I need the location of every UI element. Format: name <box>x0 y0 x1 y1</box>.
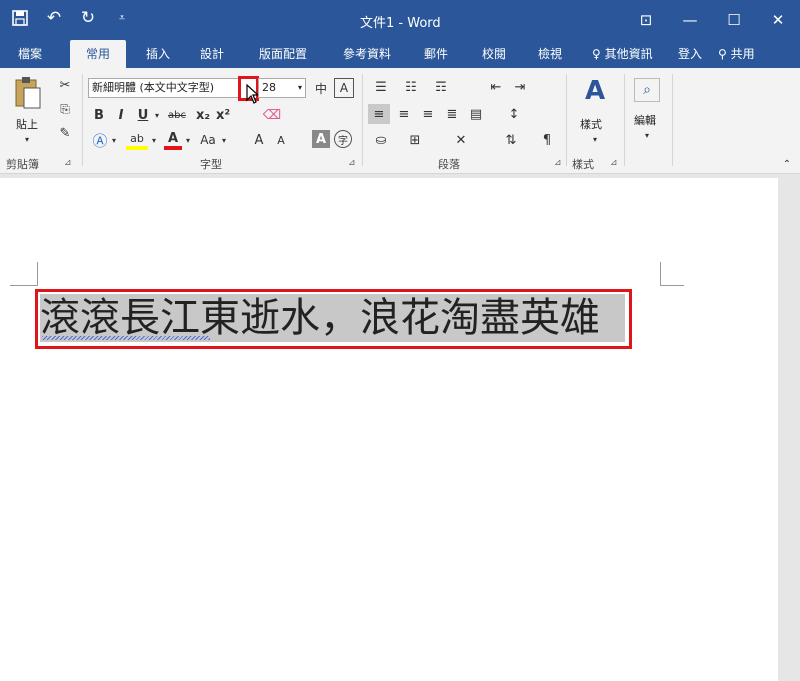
crop-mark-right <box>660 262 684 286</box>
grow-font-icon[interactable]: A <box>250 130 268 150</box>
align-center-icon[interactable]: ≡ <box>394 104 414 124</box>
character-border-icon[interactable]: A <box>334 78 354 98</box>
justify-icon[interactable]: ≣ <box>442 104 462 124</box>
phonetic-guide-icon[interactable]: 中 <box>310 78 332 98</box>
tab-layout[interactable]: 版面配置 <box>250 40 316 68</box>
lightbulb-icon: ♀ <box>592 47 601 61</box>
distributed-icon[interactable]: ▤ <box>466 104 486 124</box>
decrease-indent-icon[interactable]: ⇤ <box>486 78 506 96</box>
styles-group-label: 樣式 <box>572 158 594 171</box>
subscript-icon[interactable]: x₂ <box>194 106 212 124</box>
close-button[interactable]: ✕ <box>756 0 800 40</box>
collapse-ribbon-icon[interactable]: ⌃ <box>780 158 794 170</box>
styles-launcher-icon[interactable]: ⊿ <box>610 158 618 168</box>
save-icon[interactable] <box>10 8 30 28</box>
line-spacing-icon[interactable]: ↕ <box>502 104 526 124</box>
text-effects-dropdown-icon[interactable]: ▾ <box>110 130 118 150</box>
italic-icon[interactable]: I <box>114 106 128 124</box>
minimize-button[interactable]: — <box>668 0 712 40</box>
clipboard-group-label: 剪貼簿 <box>6 158 39 171</box>
styles-dropdown-icon[interactable]: ▾ <box>590 134 600 144</box>
underline-icon[interactable]: U <box>136 106 150 124</box>
text-effects-icon[interactable]: Ⓐ <box>90 130 110 150</box>
window-title: 文件1 - Word <box>360 16 441 31</box>
show-marks-icon[interactable]: ¶ <box>538 130 556 150</box>
align-right-icon[interactable]: ≡ <box>418 104 438 124</box>
character-shading-icon[interactable]: A <box>312 130 330 148</box>
tab-home[interactable]: 常用 <box>70 40 126 68</box>
clear-formatting-icon[interactable]: ⌫ <box>262 106 282 124</box>
tab-references[interactable]: 參考資料 <box>334 40 400 68</box>
customize-icon[interactable]: ⩡ <box>112 8 132 28</box>
styles-label: 樣式 <box>580 118 602 131</box>
font-color-icon[interactable]: A <box>164 130 182 150</box>
quick-access-toolbar: ↶ ↻ ⩡ <box>10 8 132 28</box>
format-painter-icon[interactable]: ✎ <box>56 124 74 142</box>
multilevel-list-icon[interactable]: ☶ <box>430 78 452 96</box>
tab-design[interactable]: 設計 <box>190 40 234 68</box>
font-color-dropdown-icon[interactable]: ▾ <box>184 130 192 150</box>
font-group-label: 字型 <box>200 158 222 171</box>
paragraph-group-label: 段落 <box>438 158 460 171</box>
font-name-box[interactable]: 新細明體 (本文中文字型) <box>88 78 240 98</box>
borders-icon[interactable]: ⊞ <box>400 130 430 150</box>
copy-icon[interactable]: ⎘ <box>56 100 74 118</box>
redo-icon[interactable]: ↻ <box>78 8 98 28</box>
highlight-icon[interactable]: ab <box>126 130 148 150</box>
editing-label[interactable]: 編輯 <box>634 112 656 128</box>
editing-dropdown-icon[interactable]: ▾ <box>642 130 652 140</box>
align-left-icon[interactable]: ≡ <box>368 104 390 124</box>
search-icon[interactable]: ⌕ <box>634 78 660 102</box>
font-launcher-icon[interactable]: ⊿ <box>348 158 356 168</box>
document-page[interactable] <box>0 178 778 681</box>
font-size-box[interactable]: 28 ▾ <box>258 78 306 98</box>
paragraph-launcher-icon[interactable]: ⊿ <box>554 158 562 168</box>
bold-icon[interactable]: B <box>92 106 106 124</box>
shading-icon[interactable]: ⛀ <box>368 130 394 150</box>
window-controls: ⊡ — ☐ ✕ <box>624 0 800 40</box>
ribbon-display-icon[interactable]: ⊡ <box>624 0 668 40</box>
selection-highlight-box <box>35 289 632 349</box>
cut-icon[interactable]: ✂ <box>56 76 74 94</box>
vertical-scrollbar[interactable] <box>780 178 800 681</box>
paste-dropdown-icon[interactable]: ▾ <box>22 134 32 144</box>
tell-me[interactable]: ♀ 其他資訊 <box>592 40 653 68</box>
person-icon: ⚲ <box>718 47 727 61</box>
asian-layout-icon[interactable]: ✕ <box>446 130 476 150</box>
tab-insert[interactable]: 插入 <box>136 40 180 68</box>
share-button[interactable]: ⚲ 共用 <box>718 40 755 68</box>
increase-indent-icon[interactable]: ⇥ <box>510 78 530 96</box>
highlight-dropdown-icon[interactable]: ▾ <box>150 130 158 150</box>
paste-label: 貼上 <box>16 118 38 131</box>
tab-review[interactable]: 校閱 <box>472 40 516 68</box>
tab-view[interactable]: 檢視 <box>528 40 572 68</box>
size-dropdown-icon[interactable]: ▾ <box>298 79 302 97</box>
maximize-button[interactable]: ☐ <box>712 0 756 40</box>
tab-file[interactable]: 檔案 <box>8 40 52 68</box>
strikethrough-icon[interactable]: abc <box>164 106 190 124</box>
shrink-font-icon[interactable]: A <box>272 130 290 150</box>
crop-mark-left <box>10 262 38 286</box>
underline-dropdown-icon[interactable]: ▾ <box>152 106 162 124</box>
numbering-icon[interactable]: ☷ <box>400 78 422 96</box>
ribbon-home: 貼上 ▾ ✂ ⎘ ✎ 剪貼簿 ⊿ 新細明體 (本文中文字型) ▾ 28 ▾ 中 … <box>0 68 800 174</box>
change-case-dropdown-icon[interactable]: ▾ <box>220 130 228 150</box>
ribbon-tabs: 檔案 常用 插入 設計 版面配置 參考資料 郵件 校閱 檢視 ♀ 其他資訊 登入… <box>0 40 800 68</box>
change-case-icon[interactable]: Aa <box>196 130 220 150</box>
sort-icon[interactable]: ⇅ <box>500 130 522 150</box>
undo-icon[interactable]: ↶ <box>44 8 64 28</box>
enclose-characters-icon[interactable]: 字 <box>334 130 352 148</box>
paste-button[interactable] <box>10 74 46 114</box>
styles-icon[interactable]: A <box>578 74 612 108</box>
title-bar: ↶ ↻ ⩡ 文件1 - Word ⊡ — ☐ ✕ <box>0 0 800 40</box>
clipboard-launcher-icon[interactable]: ⊿ <box>64 158 72 168</box>
tab-mailings[interactable]: 郵件 <box>414 40 458 68</box>
sign-in-link[interactable]: 登入 <box>678 40 702 68</box>
superscript-icon[interactable]: x² <box>214 106 232 124</box>
bullets-icon[interactable]: ☰ <box>370 78 392 96</box>
